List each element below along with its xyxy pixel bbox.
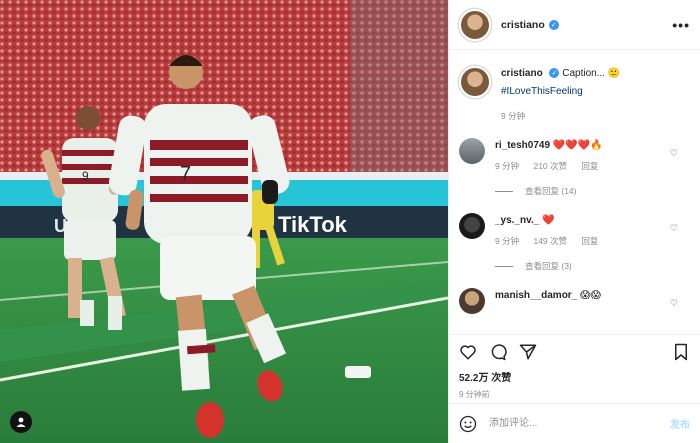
- comment-username[interactable]: _ys._nv._: [495, 215, 539, 226]
- commenter-avatar[interactable]: [459, 213, 485, 239]
- bookmark-icon[interactable]: [672, 343, 690, 361]
- author-username[interactable]: cristiano: [501, 19, 545, 31]
- comment-item: manish__damor_ 😱😱 ♡: [459, 288, 690, 314]
- view-replies-button[interactable]: 查看回复 (14): [495, 184, 690, 199]
- caption-text: Caption...: [562, 68, 606, 79]
- comment-text: 😱😱: [580, 290, 601, 301]
- post-side-panel: cristiano ✓ ••• cristiano ✓ Caption... 🙂…: [448, 0, 700, 443]
- like-comment-heart-icon[interactable]: ♡: [670, 148, 678, 159]
- post-comment-button[interactable]: 发布: [670, 416, 690, 431]
- teammate-number: 9: [82, 169, 89, 183]
- verified-icon: ✓: [548, 19, 559, 30]
- like-comment-heart-icon[interactable]: ♡: [670, 223, 678, 234]
- post-time: 9 分钟前: [459, 390, 490, 399]
- comment-text: ❤️: [542, 215, 555, 226]
- comment-item: _ys._nv._ ❤️ 9 分钟 149 次赞 回复 查看回复 (3) ♡: [459, 213, 690, 274]
- comment-time: 9 分钟: [495, 161, 520, 171]
- caption-time: 9 分钟: [501, 111, 526, 121]
- comment-likes[interactable]: 210 次赞: [533, 161, 567, 171]
- post-actions: 52.2万 次赞 9 分钟前: [449, 334, 700, 404]
- post-header: cristiano ✓ •••: [449, 0, 700, 50]
- commenter-avatar[interactable]: [459, 288, 485, 314]
- comments-list[interactable]: cristiano ✓ Caption... 🙂 #ILoveThisFeeli…: [449, 50, 700, 333]
- caption-hashtag[interactable]: #ILoveThisFeeling: [501, 84, 620, 99]
- comment-composer: 发布: [449, 403, 700, 443]
- view-replies-label: 查看回复 (14): [525, 186, 577, 196]
- verified-icon: ✓: [549, 68, 560, 79]
- football-photo: TikTok UEFA 9: [0, 0, 448, 443]
- tiktok-board-text: TikTok: [278, 212, 348, 237]
- author-avatar[interactable]: [459, 8, 491, 41]
- comment-likes[interactable]: 149 次赞: [533, 236, 567, 246]
- reply-button[interactable]: 回复: [581, 236, 598, 246]
- tagged-people-button[interactable]: [10, 411, 32, 433]
- reply-button[interactable]: 回复: [581, 161, 598, 171]
- share-icon[interactable]: [519, 343, 537, 361]
- comment-username[interactable]: manish__damor_: [495, 290, 577, 301]
- comment-icon[interactable]: [489, 343, 507, 361]
- like-comment-heart-icon[interactable]: ♡: [670, 298, 678, 309]
- emoji-icon[interactable]: [459, 415, 477, 433]
- person-icon: [16, 417, 26, 427]
- commenter-avatar[interactable]: [459, 138, 485, 164]
- comment-time: 9 分钟: [495, 236, 520, 246]
- instagram-post: TikTok UEFA 9: [0, 0, 700, 443]
- smile-emoji-icon: 🙂: [607, 68, 621, 79]
- player-number: 7: [180, 163, 191, 185]
- caption: cristiano ✓ Caption... 🙂 #ILoveThisFeeli…: [459, 50, 690, 124]
- comment-input[interactable]: [487, 417, 670, 430]
- comment-item: ri_tesh0749 ❤️❤️❤️🔥 9 分钟 210 次赞 回复 查看回复 …: [459, 138, 690, 199]
- caption-avatar[interactable]: [459, 66, 491, 98]
- caption-username[interactable]: cristiano: [501, 68, 543, 79]
- heart-icon[interactable]: [459, 343, 477, 361]
- view-replies-button[interactable]: 查看回复 (3): [495, 259, 690, 274]
- comment-text: ❤️❤️❤️🔥: [552, 140, 603, 151]
- post-photo[interactable]: TikTok UEFA 9: [0, 0, 448, 443]
- more-options-icon[interactable]: •••: [672, 17, 690, 33]
- like-count[interactable]: 52.2万 次赞: [459, 369, 690, 384]
- comment-username[interactable]: ri_tesh0749: [495, 140, 550, 151]
- view-replies-label: 查看回复 (3): [525, 261, 572, 271]
